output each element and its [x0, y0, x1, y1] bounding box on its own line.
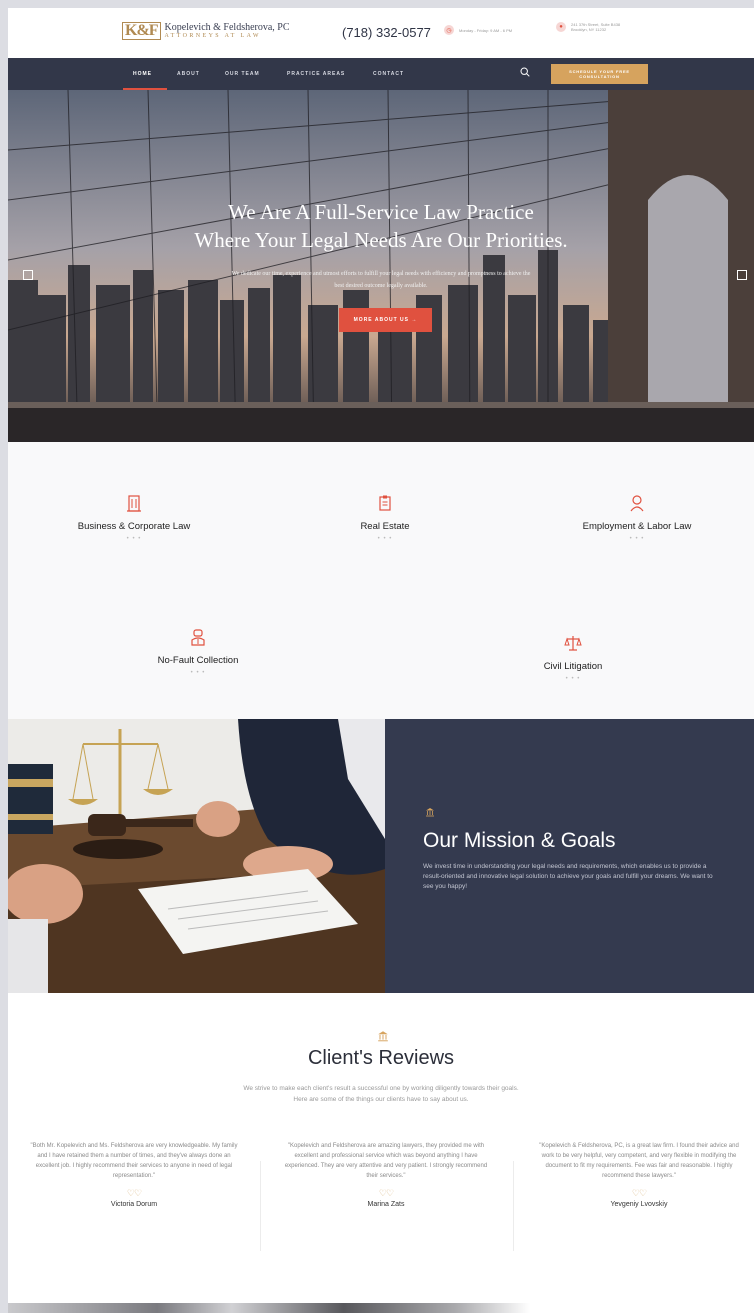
practice-area-label: Real Estate [360, 521, 410, 532]
practice-area-civil-litigation[interactable]: Civil Litigation • • • [473, 634, 673, 682]
practice-area-dots: • • • [565, 676, 581, 682]
practice-area-business[interactable]: Business & Corporate Law • • • [34, 494, 234, 542]
main-navigation: HOME ABOUT OUR TEAM PRACTICE AREAS CONTA… [8, 58, 754, 90]
practice-areas-section: Business & Corporate Law • • • Real Esta… [8, 442, 754, 719]
free-consultation-button[interactable]: SCHEDULE YOUR FREE CONSULTATION [551, 64, 648, 84]
reviewer-name: Marina Zats [367, 1201, 405, 1208]
practice-area-employment[interactable]: Employment & Labor Law • • • [537, 494, 737, 542]
more-about-us-button[interactable]: MORE ABOUT US → [339, 308, 432, 332]
medical-worker-icon [191, 629, 205, 646]
page: K&F Kopelevich & Feldsherova, PC ATTORNE… [8, 8, 754, 1313]
logo[interactable]: K&F Kopelevich & Feldsherova, PC ATTORNE… [122, 22, 290, 40]
scales-of-justice-icon [564, 636, 582, 651]
heart-rating-icon: ♡♡ [631, 1188, 647, 1198]
mission-photo [8, 719, 385, 993]
reviews-subtitle-line-1: We strive to make each client's result a… [243, 1085, 519, 1092]
review-card: "Both Mr. Kopelevich and Ms. Feldsherova… [28, 1141, 240, 1208]
nav-our-team[interactable]: OUR TEAM [225, 58, 260, 90]
office-hours-text: Monday - Friday: 9 AM - 6 PM [459, 27, 513, 33]
office-address-text: 241 37th Street, Suite B438 Brooklyn, NY… [571, 22, 620, 32]
review-card: "Kopelevich & Feldsherova, PC, is a grea… [533, 1141, 745, 1208]
practice-area-no-fault[interactable]: No-Fault Collection • • • [98, 628, 298, 676]
slider-prev-icon[interactable] [23, 270, 33, 280]
practice-area-dots: • • • [377, 536, 393, 542]
logo-mark: K&F [122, 22, 161, 40]
logo-tagline: ATTORNEYS AT LAW [164, 33, 261, 39]
review-divider [260, 1161, 261, 1251]
hero-title-line-2: Where Your Legal Needs Are Our Prioritie… [194, 228, 568, 252]
review-text: "Both Mr. Kopelevich and Ms. Feldsherova… [30, 1143, 238, 1179]
office-hours: ◷ Monday - Friday: 9 AM - 6 PM [444, 25, 512, 35]
hero-title-line-1: We Are A Full-Service Law Practice [228, 200, 534, 224]
lawyer-desk-image [8, 719, 385, 993]
client-reviews-section: Client's Reviews We strive to make each … [8, 993, 754, 1303]
review-text: "Kopelevich and Feldsherova are amazing … [284, 1143, 488, 1179]
phone-number[interactable]: (718) 332-0577 [342, 25, 431, 40]
cta-line-2: CONSULTATION [579, 74, 620, 79]
mission-title: Our Mission & Goals [423, 829, 616, 852]
practice-area-dots: • • • [126, 536, 142, 542]
person-icon [630, 495, 644, 512]
review-text: "Kopelevich & Feldsherova, PC, is a grea… [539, 1143, 739, 1179]
practice-area-label: Employment & Labor Law [582, 521, 692, 532]
clock-icon: ◷ [444, 25, 454, 35]
courthouse-icon [426, 808, 434, 817]
review-card: "Kopelevich and Feldsherova are amazing … [280, 1141, 492, 1208]
logo-text: Kopelevich & Feldsherova, PC ATTORNEYS A… [165, 22, 290, 40]
practice-area-label: No-Fault Collection [157, 655, 239, 666]
top-bar: K&F Kopelevich & Feldsherova, PC ATTORNE… [8, 8, 754, 58]
reviewer-name: Yevgeniy Lvovskiy [610, 1201, 668, 1208]
nav-about[interactable]: ABOUT [177, 58, 200, 90]
address-line-2: Brooklyn, NY 11232 [571, 27, 607, 32]
search-icon[interactable] [520, 67, 530, 77]
heart-rating-icon: ♡♡ [378, 1188, 394, 1198]
practice-area-label: Business & Corporate Law [77, 521, 191, 532]
practice-area-real-estate[interactable]: Real Estate • • • [285, 494, 485, 542]
clipboard-icon [379, 495, 391, 511]
reviewer-name: Victoria Dorum [110, 1201, 158, 1208]
mission-text: We invest time in understanding your leg… [423, 863, 713, 890]
reviews-subtitle: We strive to make each client's result a… [158, 1083, 604, 1105]
office-building-icon [127, 495, 141, 512]
slider-next-icon[interactable] [737, 270, 747, 280]
reviews-subtitle-line-2: Here are some of the things our clients … [293, 1096, 469, 1103]
practice-area-dots: • • • [629, 536, 645, 542]
review-divider [513, 1161, 514, 1251]
hero-subtitle: We dedicate our time, experience and utm… [231, 271, 531, 289]
footer-image-strip [8, 1303, 754, 1313]
courthouse-icon [378, 1031, 388, 1042]
location-pin-icon: ● [556, 22, 566, 32]
nav-practice-areas[interactable]: PRACTICE AREAS [287, 58, 345, 90]
hero-banner: We Are A Full-Service Law Practice Where… [8, 90, 754, 442]
heart-rating-icon: ♡♡ [126, 1188, 142, 1198]
reviews-title: Client's Reviews [307, 1047, 455, 1069]
office-address: ● 241 37th Street, Suite B438 Brooklyn, … [556, 22, 620, 32]
mission-panel: Our Mission & Goals We invest time in un… [385, 719, 754, 993]
practice-area-label: Civil Litigation [543, 661, 603, 672]
logo-name: Kopelevich & Feldsherova, PC [164, 22, 290, 33]
nav-contact[interactable]: CONTACT [373, 58, 404, 90]
practice-area-dots: • • • [190, 670, 206, 676]
nav-home[interactable]: HOME [133, 58, 152, 90]
bridge-skyline-image [8, 90, 754, 442]
